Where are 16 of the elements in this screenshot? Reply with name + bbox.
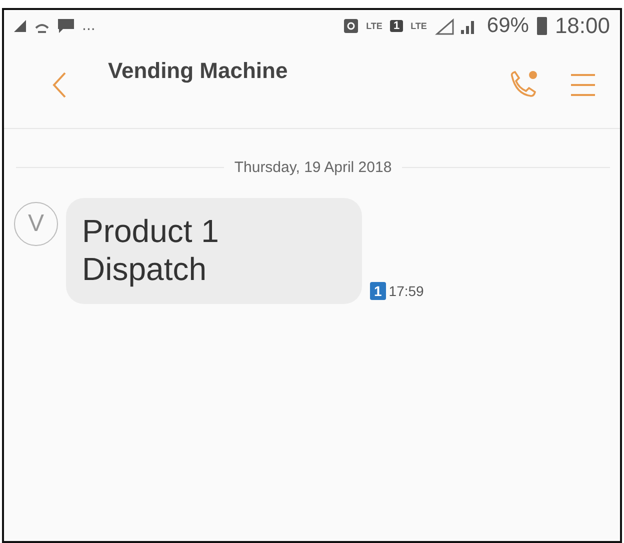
clock: 18:00 [554,13,610,39]
chat-icon [58,19,74,33]
battery-icon [536,17,547,35]
volte-label: LTE [366,22,382,30]
sync-icon [344,19,358,33]
network-label: LTE [410,22,427,30]
sim-badge: 1 [370,282,386,300]
battery-percent: 69% [486,14,529,38]
message-time: 17:59 [388,283,424,299]
message-bubble: Product 1 Dispatch [66,198,362,304]
more-notifications: ... [82,17,96,35]
date-label: Thursday, 19 April 2018 [234,159,392,176]
image-icon [14,20,26,32]
sim-badge: 1 [390,20,403,32]
contact-avatar[interactable]: V [14,202,58,246]
conversation-title: Vending Machine [108,58,289,84]
